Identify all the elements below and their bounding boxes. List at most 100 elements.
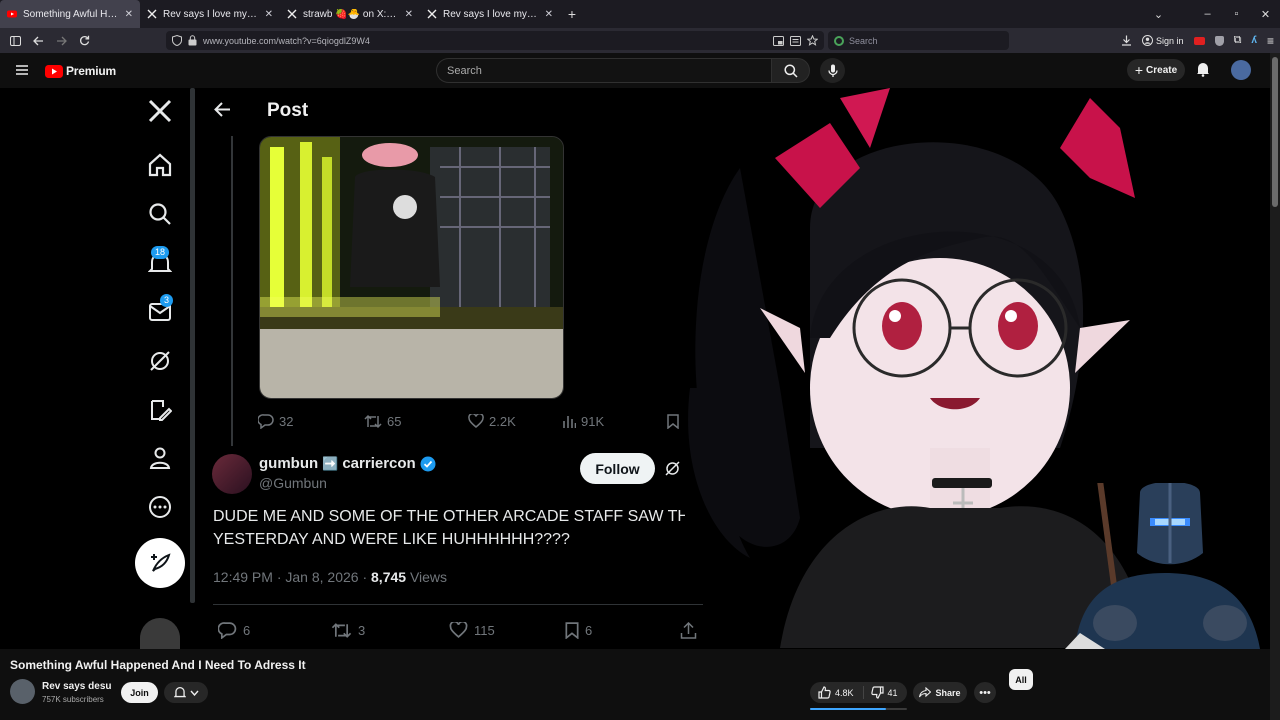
like-action[interactable]: 2.2K [468,414,562,429]
x-nav-explore[interactable] [140,194,180,234]
sign-in-label: Sign in [1156,35,1184,46]
close-tab-icon[interactable]: ✕ [545,9,553,20]
follow-button[interactable]: Follow [580,453,655,484]
notifications-badge: 18 [151,246,170,259]
x-nav-notifications[interactable]: 18 [140,243,180,283]
author-display-name[interactable]: gumbun ➡️ carriercon [259,455,436,472]
reply-icon [258,413,274,429]
share-button[interactable]: Share [913,682,967,703]
ublock-shield-icon[interactable] [1214,35,1224,46]
browser-search-box[interactable]: Search [828,31,1009,50]
subscribed-notifications-button[interactable] [164,682,208,703]
back-arrow-button[interactable] [214,102,231,117]
close-tab-icon[interactable]: ✕ [405,9,413,20]
grok-explain-button[interactable] [665,461,680,476]
scrollbar-thumb[interactable] [1272,57,1278,207]
lock-icon [188,35,197,46]
forward-button[interactable] [50,28,73,53]
x-nav-home[interactable] [140,145,180,185]
x-logo[interactable] [140,91,180,131]
thumbs-up-icon [818,686,831,699]
x-nav-profile[interactable] [140,438,180,478]
account-avatar[interactable] [1231,60,1251,80]
youtube-extension-icon[interactable] [1193,36,1205,45]
views-action[interactable]: 91K [562,414,667,429]
x-account-avatar[interactable] [140,618,180,649]
create-button[interactable]: + Create [1127,59,1185,81]
tab-x-strawb[interactable]: strawb 🍓🐣 on X: "now THIS i ✕ [280,0,420,28]
x-nav-messages[interactable]: 3 [140,292,180,332]
x-nav-more[interactable] [140,487,180,527]
browser-search-placeholder: Search [849,35,878,46]
guide-menu-button[interactable] [16,65,28,75]
x-scroll-divider [190,88,195,603]
more-circle-icon [149,496,171,518]
author-handle[interactable]: @Gumbun [259,475,327,491]
video-player[interactable]: 18 3 Post 32 65 2.2K 91K gumbun ➡️ carri… [0,88,1270,649]
maximize-button[interactable]: ▫ [1222,8,1251,20]
join-button[interactable]: Join [121,682,158,703]
post-time[interactable]: 12:49 PM [213,569,273,585]
x-nav-grok[interactable] [140,341,180,381]
dislike-button[interactable]: 41 [864,686,898,699]
address-bar[interactable]: www.youtube.com/watch?v=6qiogdlZ9W4 [166,31,824,50]
tab-youtube[interactable]: Something Awful Happened And I Need To A… [0,0,140,28]
tab-list-chevron-icon[interactable]: ⌄ [1144,8,1173,21]
close-tab-icon[interactable]: ✕ [265,9,273,20]
minimize-button[interactable]: – [1193,8,1222,20]
new-tab-button[interactable]: + [560,6,584,22]
channel-name[interactable]: Rev says desu [42,681,112,692]
notifications-button[interactable] [1196,61,1210,77]
extensions-puzzle-icon[interactable]: ⧉ [1234,34,1242,47]
back-button[interactable] [27,28,50,53]
bell-icon [173,686,186,698]
bookmark-action[interactable]: 6 [565,621,680,639]
close-tab-icon[interactable]: ✕ [125,9,133,20]
like-button[interactable]: 4.8K [810,686,864,699]
grok-icon [150,351,170,371]
reply-count: 6 [243,622,251,638]
post-date[interactable]: Jan 8, 2026 [285,569,358,585]
repost-action[interactable]: 65 [364,414,468,429]
chip-all[interactable]: All [1009,669,1033,690]
download-icon[interactable] [1121,35,1132,46]
youtube-search-button[interactable] [771,58,810,83]
repost-action[interactable]: 3 [331,622,449,639]
meta-dot: · [362,569,368,585]
bookmark-action[interactable] [667,413,679,429]
post-views-count: 8,745 [371,569,407,585]
video-title: Something Awful Happened And I Need To A… [10,658,306,672]
like-action[interactable]: 115 [449,622,565,638]
tab-x-profile[interactable]: Rev says I love my wife (@Rev_s ✕ [140,0,280,28]
x-nav-premium[interactable] [140,390,180,430]
reply-action[interactable]: 32 [258,414,364,429]
author-name-part-1: gumbun [259,455,319,472]
translate-extension-icon[interactable]: ʎ [1251,35,1257,46]
more-actions-button[interactable]: ••• [974,682,996,703]
reader-view-icon[interactable] [790,35,801,46]
voice-search-button[interactable] [820,58,845,83]
page-scrollbar[interactable] [1270,53,1280,720]
menu-hamburger-icon[interactable]: ≡ [1267,34,1274,48]
sign-in-button[interactable]: Sign in [1142,35,1184,46]
post-metadata: 12:49 PM · Jan 8, 2026 · 8,745 Views [213,569,447,585]
compose-post-button[interactable] [135,538,185,588]
tab-title: Rev says I love my wife (@Rev_s [163,8,259,20]
reload-button[interactable] [73,28,96,53]
youtube-logo[interactable]: Premium [45,64,116,78]
knight-illustration [1065,483,1260,649]
reply-action[interactable]: 6 [218,621,331,639]
picture-in-picture-icon[interactable] [773,35,784,46]
account-icon [1142,35,1154,46]
tab-x-post[interactable]: Rev says I love my wife on X: "- ✕ [420,0,560,28]
sidebar-toggle-button[interactable] [4,28,27,53]
channel-avatar[interactable] [10,679,35,704]
close-window-button[interactable]: ✕ [1251,8,1280,21]
repost-count: 65 [387,413,402,429]
bookmark-star-icon[interactable] [807,35,818,46]
post-header: Post [210,88,565,133]
author-avatar[interactable] [212,454,252,494]
youtube-search-input[interactable]: Search [436,58,771,83]
post-media-image[interactable] [259,136,564,399]
url-text: www.youtube.com/watch?v=6qiogdlZ9W4 [203,35,370,46]
